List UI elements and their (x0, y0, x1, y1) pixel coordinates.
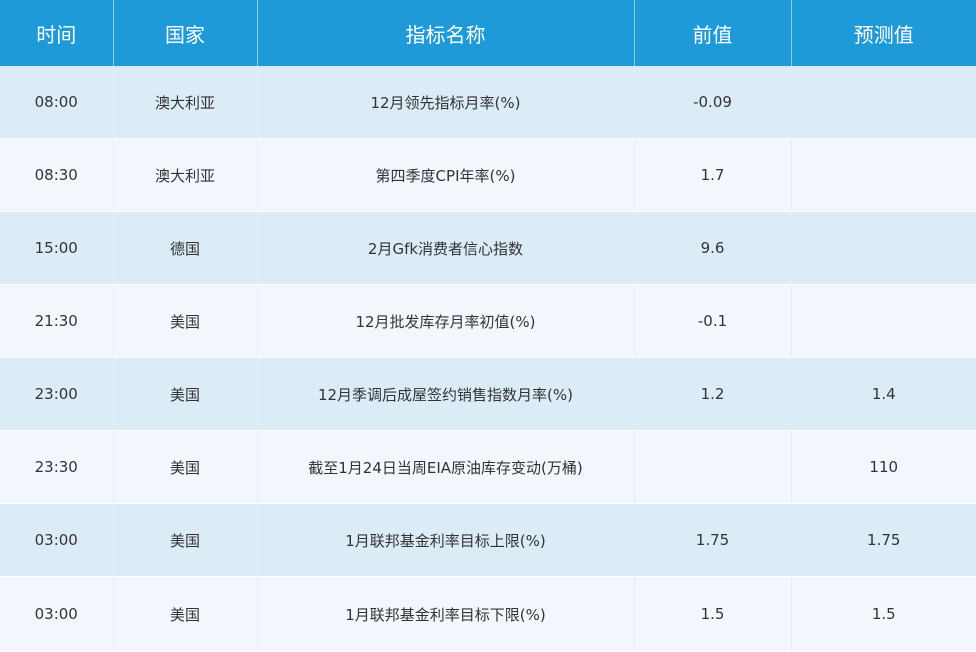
table-row: 03:00 美国 1月联邦基金利率目标下限(%) 1.5 1.5 (0, 576, 976, 652)
cell-indicator: 第四季度CPI年率(%) (257, 138, 635, 212)
table-row: 23:30 美国 截至1月24日当周EIA原油库存变动(万桶) 110 (0, 430, 976, 504)
cell-forecast: 1.4 (791, 357, 976, 431)
cell-forecast (791, 284, 976, 358)
cell-country: 美国 (113, 284, 258, 358)
cell-previous (634, 430, 792, 504)
table-row: 08:30 澳大利亚 第四季度CPI年率(%) 1.7 (0, 138, 976, 212)
cell-country: 美国 (113, 576, 258, 652)
table-body: 08:00 澳大利亚 12月领先指标月率(%) -0.09 08:30 澳大利亚… (0, 66, 976, 652)
header-time: 时间 (0, 0, 114, 66)
cell-forecast (791, 211, 976, 285)
cell-forecast (791, 138, 976, 212)
cell-time: 23:30 (0, 430, 114, 504)
cell-indicator: 1月联邦基金利率目标上限(%) (257, 503, 635, 577)
header-indicator: 指标名称 (257, 0, 635, 66)
cell-country: 澳大利亚 (113, 138, 258, 212)
cell-previous: 1.5 (634, 576, 792, 652)
cell-forecast: 1.75 (791, 503, 976, 577)
cell-country: 澳大利亚 (113, 66, 258, 139)
cell-forecast (791, 66, 976, 139)
cell-indicator: 12月季调后成屋签约销售指数月率(%) (257, 357, 635, 431)
cell-forecast: 1.5 (791, 576, 976, 652)
cell-previous: 1.2 (634, 357, 792, 431)
table-row: 08:00 澳大利亚 12月领先指标月率(%) -0.09 (0, 66, 976, 139)
economic-calendar-table: 时间 国家 指标名称 前值 预测值 08:00 澳大利亚 12月领先指标月率(%… (0, 0, 976, 652)
header-previous: 前值 (634, 0, 792, 66)
cell-time: 08:00 (0, 66, 114, 139)
cell-time: 03:00 (0, 503, 114, 577)
cell-time: 08:30 (0, 138, 114, 212)
cell-country: 美国 (113, 503, 258, 577)
header-row: 时间 国家 指标名称 前值 预测值 (0, 0, 976, 66)
header-forecast: 预测值 (791, 0, 976, 66)
header-country: 国家 (113, 0, 258, 66)
table-row: 21:30 美国 12月批发库存月率初值(%) -0.1 (0, 284, 976, 358)
cell-time: 23:00 (0, 357, 114, 431)
table-row: 23:00 美国 12月季调后成屋签约销售指数月率(%) 1.2 1.4 (0, 357, 976, 431)
cell-previous: 1.7 (634, 138, 792, 212)
cell-previous: 9.6 (634, 211, 792, 285)
cell-indicator: 2月Gfk消费者信心指数 (257, 211, 635, 285)
cell-indicator: 截至1月24日当周EIA原油库存变动(万桶) (257, 430, 635, 504)
cell-indicator: 12月领先指标月率(%) (257, 66, 635, 139)
cell-time: 21:30 (0, 284, 114, 358)
cell-indicator: 1月联邦基金利率目标下限(%) (257, 576, 635, 652)
cell-country: 德国 (113, 211, 258, 285)
cell-forecast: 110 (791, 430, 976, 504)
table-header: 时间 国家 指标名称 前值 预测值 (0, 0, 976, 66)
cell-previous: 1.75 (634, 503, 792, 577)
table-row: 03:00 美国 1月联邦基金利率目标上限(%) 1.75 1.75 (0, 503, 976, 577)
table-row: 15:00 德国 2月Gfk消费者信心指数 9.6 (0, 211, 976, 285)
cell-previous: -0.09 (634, 66, 792, 139)
cell-country: 美国 (113, 430, 258, 504)
cell-country: 美国 (113, 357, 258, 431)
cell-time: 15:00 (0, 211, 114, 285)
cell-time: 03:00 (0, 576, 114, 652)
cell-previous: -0.1 (634, 284, 792, 358)
cell-indicator: 12月批发库存月率初值(%) (257, 284, 635, 358)
